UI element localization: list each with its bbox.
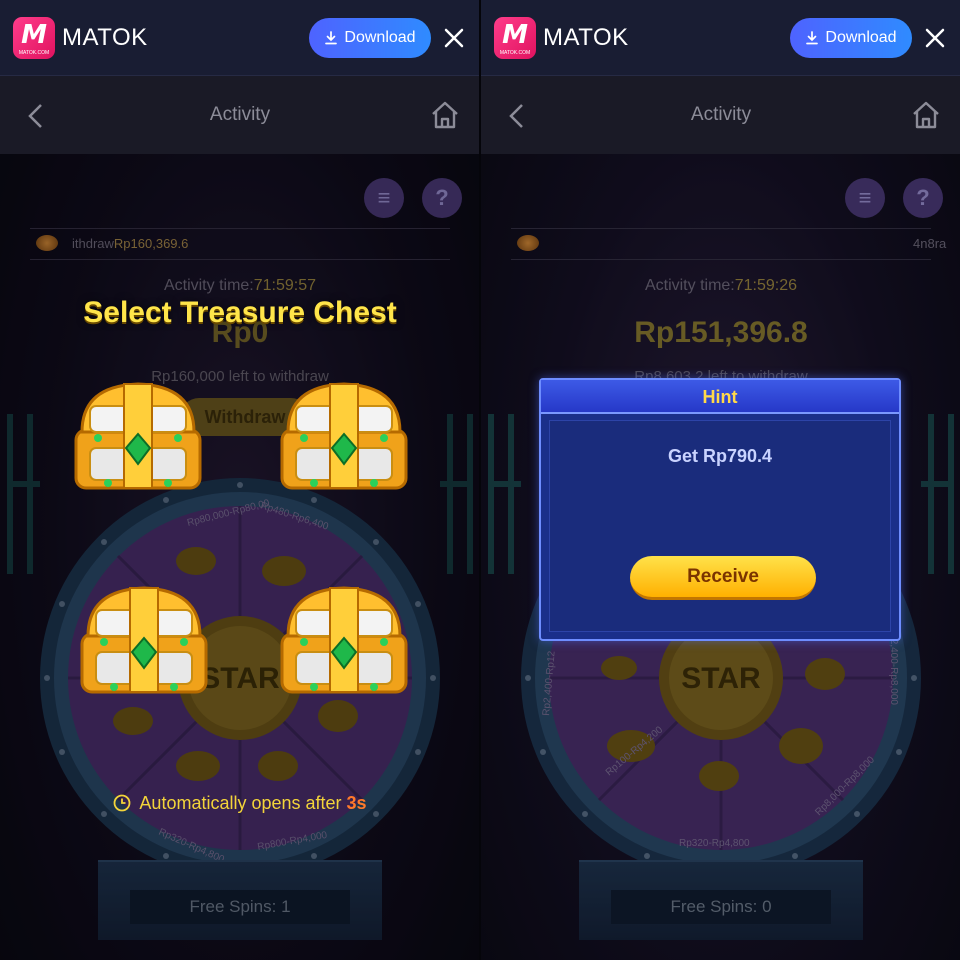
logo-domain: MATOK.COM bbox=[18, 50, 50, 56]
left-screen: M MATOK.COM MATOK Download Activity ≡ ? … bbox=[0, 0, 480, 960]
hint-message: Get Rp790.4 bbox=[667, 446, 773, 466]
close-icon[interactable] bbox=[921, 24, 949, 52]
app-download-bar: M MATOK.COM MATOK Download bbox=[481, 0, 960, 76]
download-button[interactable]: Download bbox=[790, 18, 912, 58]
app-name: MATOK bbox=[543, 24, 629, 51]
logo-letter: M bbox=[21, 20, 47, 50]
download-label: Download bbox=[344, 29, 416, 46]
download-icon bbox=[806, 31, 819, 45]
app-download-bar: M MATOK.COM MATOK Download bbox=[0, 0, 480, 76]
right-screen: M MATOK.COM MATOK Download Activity ≡ ? … bbox=[481, 0, 960, 960]
download-button[interactable]: Download bbox=[309, 18, 431, 58]
page-header: Activity bbox=[0, 76, 480, 154]
treasure-chest-icon[interactable] bbox=[274, 582, 414, 700]
logo-letter: M bbox=[502, 20, 528, 50]
hint-dialog: Hint Get Rp790.4 Receive bbox=[539, 378, 901, 641]
treasure-chest-icon[interactable] bbox=[68, 378, 208, 496]
hint-body: Get Rp790.4 Receive bbox=[549, 420, 891, 632]
logo-domain: MATOK.COM bbox=[499, 50, 531, 56]
auto-open-countdown: Automatically opens after 3s bbox=[0, 793, 480, 814]
hint-title: Hint bbox=[541, 380, 899, 414]
select-chest-title: Select Treasure Chest bbox=[83, 296, 397, 329]
download-icon bbox=[325, 31, 338, 45]
app-logo: M MATOK.COM bbox=[13, 17, 55, 59]
modal-dim-overlay bbox=[0, 154, 480, 960]
home-icon[interactable] bbox=[911, 100, 941, 130]
treasure-chest-icon[interactable] bbox=[274, 378, 414, 496]
home-icon[interactable] bbox=[430, 100, 460, 130]
page-header: Activity bbox=[481, 76, 960, 154]
page-title: Activity bbox=[209, 104, 271, 125]
app-name: MATOK bbox=[62, 24, 148, 51]
auto-open-text: Automatically opens after bbox=[139, 793, 342, 813]
receive-button[interactable]: Receive bbox=[630, 556, 816, 600]
close-icon[interactable] bbox=[440, 24, 468, 52]
page-title: Activity bbox=[690, 104, 752, 125]
treasure-chest-icon[interactable] bbox=[74, 582, 214, 700]
app-logo: M MATOK.COM bbox=[494, 17, 536, 59]
auto-open-seconds: 3s bbox=[346, 793, 367, 813]
download-label: Download bbox=[825, 29, 897, 46]
clock-icon bbox=[114, 794, 131, 812]
